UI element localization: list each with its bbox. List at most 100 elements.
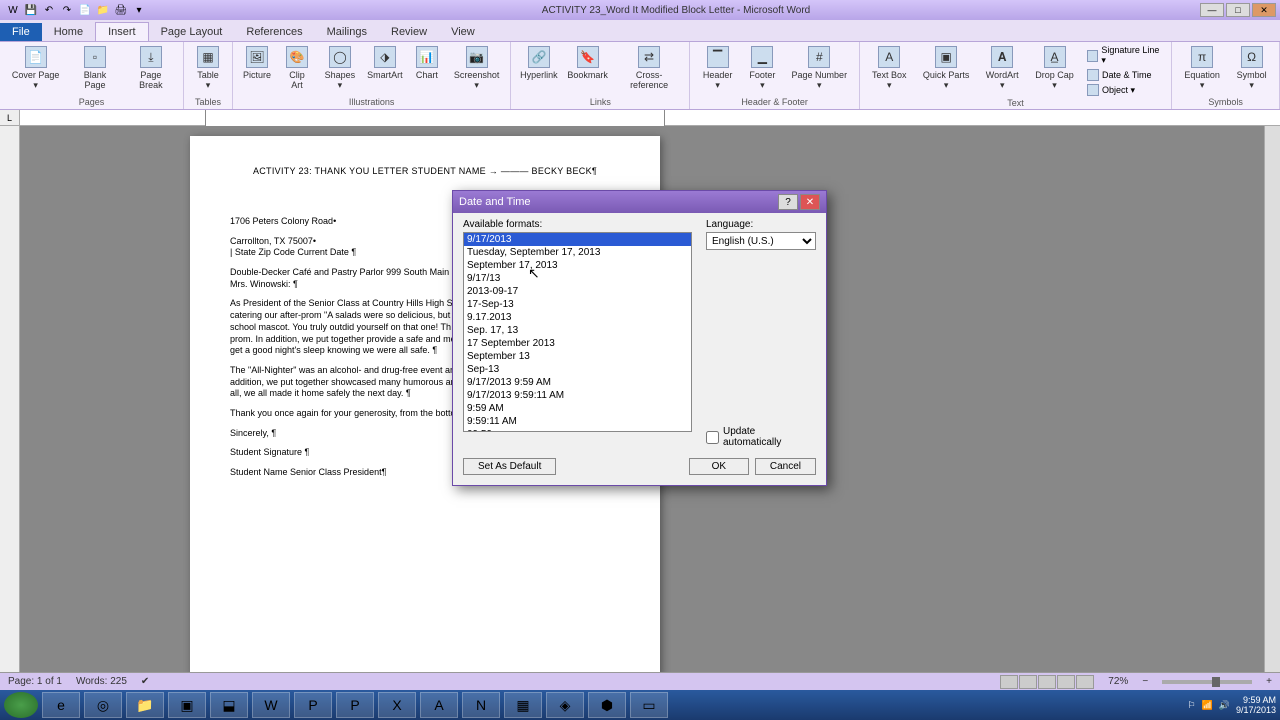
format-option[interactable]: 9:59 AM [464,402,691,415]
taskbar-app2-icon[interactable]: ▦ [504,692,542,718]
clip-art-button[interactable]: 🎨Clip Art [279,44,315,92]
taskbar-ie-icon[interactable]: e [42,692,80,718]
format-option[interactable]: Tuesday, September 17, 2013 [464,246,691,259]
zoom-in-button[interactable]: + [1266,676,1272,687]
print-layout-view[interactable] [1000,675,1018,689]
taskbar-excel-icon[interactable]: X [378,692,416,718]
tray-clock[interactable]: 9:59 AM 9/17/2013 [1236,695,1276,715]
taskbar-chrome-icon[interactable]: ◎ [84,692,122,718]
tab-home[interactable]: Home [42,23,95,41]
ok-button[interactable]: OK [689,458,749,475]
set-as-default-button[interactable]: Set As Default [463,458,556,475]
close-button[interactable]: ✕ [1252,3,1276,17]
wordart-button[interactable]: 𝐀WordArt ▾ [979,44,1025,92]
equation-button[interactable]: πEquation ▾ [1178,44,1226,92]
tab-references[interactable]: References [234,23,314,41]
blank-page-button[interactable]: ▫Blank Page [69,44,120,92]
object-button[interactable]: Object ▾ [1084,83,1165,97]
dialog-titlebar[interactable]: Date and Time ? ✕ [453,191,826,213]
zoom-slider[interactable] [1162,680,1252,684]
word-count[interactable]: Words: 225 [76,676,127,687]
page-status[interactable]: Page: 1 of 1 [8,676,62,687]
maximize-button[interactable]: □ [1226,3,1250,17]
format-option[interactable]: 17 September 2013 [464,337,691,350]
tab-page-layout[interactable]: Page Layout [149,23,235,41]
format-option[interactable]: 9:59:11 AM [464,415,691,428]
table-button[interactable]: ▦Table ▾ [190,44,226,92]
screenshot-button[interactable]: 📷Screenshot ▾ [449,44,504,92]
format-option[interactable]: 09:59 [464,428,691,432]
ruler-toggle[interactable]: L [0,110,20,125]
tab-insert[interactable]: Insert [95,22,149,41]
taskbar-powerpoint-icon[interactable]: P [336,692,374,718]
draft-view[interactable] [1076,675,1094,689]
taskbar-app4-icon[interactable]: ⬢ [588,692,626,718]
shapes-button[interactable]: ◯Shapes ▾ [319,44,361,92]
format-option[interactable]: September 13 [464,350,691,363]
taskbar-explorer-icon[interactable]: 📁 [126,692,164,718]
qat-more-icon[interactable]: ▾ [132,3,146,17]
footer-button[interactable]: ▁Footer ▾ [743,44,782,92]
formats-listbox[interactable]: 9/17/2013Tuesday, September 17, 2013Sept… [463,232,692,432]
tab-review[interactable]: Review [379,23,439,41]
date-time-button[interactable]: Date & Time [1084,68,1165,82]
outline-view[interactable] [1057,675,1075,689]
hyperlink-button[interactable]: 🔗Hyperlink [517,44,560,82]
taskbar-onenote-icon[interactable]: N [462,692,500,718]
undo-icon[interactable]: ↶ [42,3,56,17]
save-icon[interactable]: 💾 [24,3,38,17]
taskbar-word-icon[interactable]: W [252,692,290,718]
quick-parts-button[interactable]: ▣Quick Parts ▾ [917,44,976,92]
format-option[interactable]: Sep-13 [464,363,691,376]
page-number-button[interactable]: #Page Number ▾ [786,44,853,92]
open-icon[interactable]: 📁 [96,3,110,17]
start-button[interactable] [4,692,38,718]
tray-flag-icon[interactable]: ⚐ [1187,700,1195,711]
file-tab[interactable]: File [0,23,42,41]
format-option[interactable]: Sep. 17, 13 [464,324,691,337]
minimize-button[interactable]: — [1200,3,1224,17]
zoom-level[interactable]: 72% [1108,676,1128,687]
cross-reference-button[interactable]: ⇄Cross-reference [615,44,684,92]
tab-view[interactable]: View [439,23,487,41]
format-option[interactable]: 9/17/2013 [464,233,691,246]
format-option[interactable]: 9/17/2013 9:59 AM [464,376,691,389]
smartart-button[interactable]: ⬗SmartArt [365,44,405,82]
dialog-help-button[interactable]: ? [778,194,798,210]
tray-network-icon[interactable]: 📶 [1202,700,1213,711]
cover-page-button[interactable]: 📄Cover Page ▾ [6,44,65,92]
symbol-button[interactable]: ΩSymbol ▾ [1230,44,1273,92]
taskbar-publisher-icon[interactable]: P [294,692,332,718]
cancel-button[interactable]: Cancel [755,458,816,475]
proof-icon[interactable]: ✔ [141,676,149,687]
picture-button[interactable]: 🖼Picture [239,44,275,82]
format-option[interactable]: 9.17.2013 [464,311,691,324]
format-option[interactable]: 17-Sep-13 [464,298,691,311]
update-automatically-checkbox[interactable] [706,431,719,444]
redo-icon[interactable]: ↷ [60,3,74,17]
text-box-button[interactable]: AText Box ▾ [866,44,913,92]
vertical-scrollbar[interactable] [1264,126,1280,690]
format-option[interactable]: 2013-09-17 [464,285,691,298]
format-option[interactable]: 9/17/2013 9:59:11 AM [464,389,691,402]
vertical-ruler[interactable] [0,126,20,690]
tray-volume-icon[interactable]: 🔊 [1219,700,1230,711]
format-option[interactable]: September 17, 2013 [464,259,691,272]
taskbar-app-icon[interactable]: ▣ [168,692,206,718]
new-icon[interactable]: 📄 [78,3,92,17]
full-screen-view[interactable] [1019,675,1037,689]
taskbar-app3-icon[interactable]: ◈ [546,692,584,718]
dialog-close-button[interactable]: ✕ [800,194,820,210]
taskbar-access-icon[interactable]: A [420,692,458,718]
taskbar-app5-icon[interactable]: ▭ [630,692,668,718]
tab-mailings[interactable]: Mailings [315,23,379,41]
zoom-out-button[interactable]: − [1142,676,1148,687]
drop-cap-button[interactable]: A̲Drop Cap ▾ [1029,44,1080,92]
print-icon[interactable]: 🖨 [114,3,128,17]
web-layout-view[interactable] [1038,675,1056,689]
bookmark-button[interactable]: 🔖Bookmark [565,44,611,82]
language-select[interactable]: English (U.S.) [706,232,816,250]
page-break-button[interactable]: ⤓Page Break [125,44,177,92]
taskbar-dropbox-icon[interactable]: ⬓ [210,692,248,718]
format-option[interactable]: 9/17/13 [464,272,691,285]
